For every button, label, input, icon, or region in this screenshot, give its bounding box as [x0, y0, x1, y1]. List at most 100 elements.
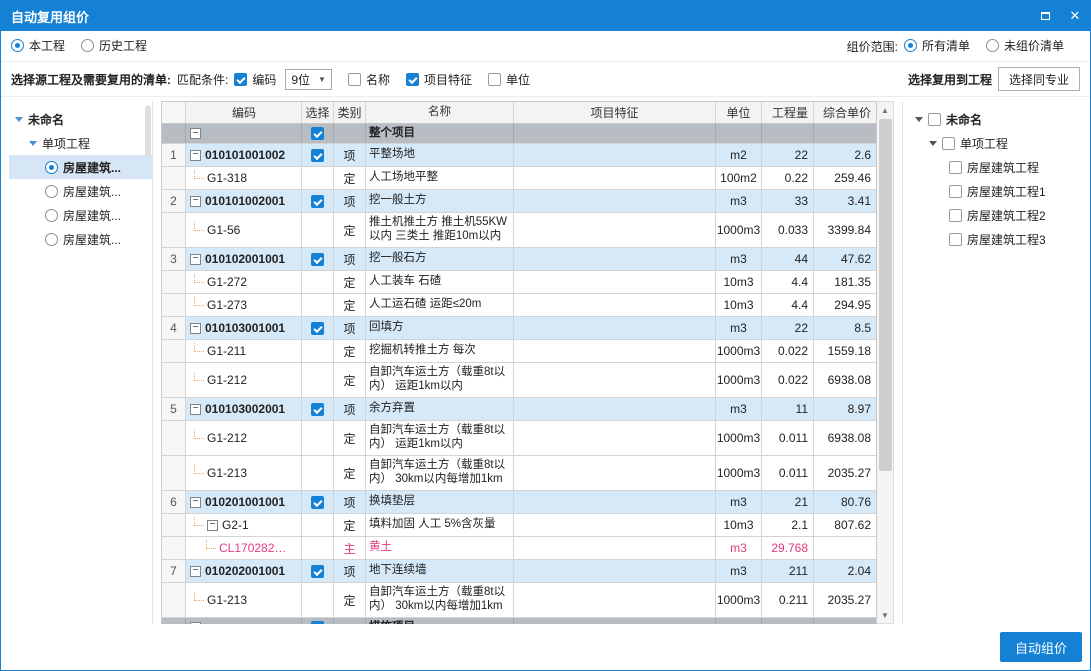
row-checkbox[interactable]: [311, 322, 324, 335]
restore-button[interactable]: [1030, 1, 1060, 31]
select-cell[interactable]: [302, 167, 334, 189]
table-row[interactable]: G1-273定人工运石碴 运距≤20m10m34.4294.95: [162, 294, 876, 317]
select-cell[interactable]: [302, 340, 334, 362]
select-cell[interactable]: [302, 144, 334, 166]
group-checkbox[interactable]: [942, 137, 955, 150]
column-header[interactable]: 编码: [186, 102, 302, 123]
column-header[interactable]: 综合单价: [814, 102, 876, 123]
table-row[interactable]: 4−010103001001项回填方m3228.5: [162, 317, 876, 340]
target-project-checkbox[interactable]: [949, 185, 962, 198]
column-header[interactable]: 类别: [334, 102, 366, 123]
table-row[interactable]: G1-212定自卸汽车运土方（载重8t以内） 运距1km以内1000m30.02…: [162, 363, 876, 398]
scope-option[interactable]: 所有清单: [904, 37, 970, 54]
table-row[interactable]: 3−010102001001项挖一般石方m34447.62: [162, 248, 876, 271]
select-cell[interactable]: [302, 363, 334, 397]
table-vertical-scrollbar[interactable]: ▲ ▼: [877, 101, 894, 624]
table-row[interactable]: −G2-1定填料加固 人工 5%含灰量10m32.1807.62: [162, 514, 876, 537]
source-option[interactable]: 本工程: [11, 37, 65, 54]
expand-toggle[interactable]: −: [190, 404, 201, 415]
auto-price-button[interactable]: 自动组价: [1000, 632, 1082, 662]
table-row[interactable]: G1-272定人工装车 石碴10m34.4181.35: [162, 271, 876, 294]
expand-toggle[interactable]: −: [190, 323, 201, 334]
select-cell[interactable]: [302, 456, 334, 490]
target-project-item[interactable]: 房屋建筑工程1: [909, 179, 1082, 203]
table-row[interactable]: G1-56定推土机推土方 推土机55KW以内 三类土 推距10m以内1000m3…: [162, 213, 876, 248]
expand-toggle[interactable]: −: [190, 150, 201, 161]
row-checkbox[interactable]: [311, 496, 324, 509]
column-header[interactable]: 项目特征: [514, 102, 716, 123]
row-checkbox[interactable]: [311, 127, 324, 140]
target-project-checkbox[interactable]: [949, 161, 962, 174]
expand-toggle[interactable]: −: [207, 520, 218, 531]
row-checkbox[interactable]: [311, 149, 324, 162]
select-cell[interactable]: [302, 491, 334, 513]
left-panel-scrollbar[interactable]: [145, 105, 151, 157]
same-specialty-button[interactable]: 选择同专业: [998, 67, 1080, 91]
target-project-item[interactable]: 房屋建筑工程: [909, 155, 1082, 179]
select-cell[interactable]: [302, 514, 334, 536]
table-row[interactable]: G1-318定人工场地平整100m20.22259.46: [162, 167, 876, 190]
scrollbar-thumb[interactable]: [879, 119, 892, 471]
source-project-item[interactable]: 房屋建筑...: [9, 179, 152, 203]
select-cell[interactable]: [302, 583, 334, 617]
row-checkbox[interactable]: [311, 195, 324, 208]
scroll-down-icon[interactable]: ▼: [877, 607, 893, 623]
table-row[interactable]: 6−010201001001项换填垫层m32180.76: [162, 491, 876, 514]
select-cell[interactable]: [302, 421, 334, 455]
select-cell[interactable]: [302, 317, 334, 339]
target-project-item[interactable]: 房屋建筑工程3: [909, 227, 1082, 251]
table-row[interactable]: −整个项目: [162, 124, 876, 144]
column-header[interactable]: 工程量: [762, 102, 814, 123]
condition-checkbox[interactable]: [348, 73, 361, 86]
code-digits-select[interactable]: 9位▼: [285, 69, 332, 90]
table-row[interactable]: G1-212定自卸汽车运土方（载重8t以内） 运距1km以内1000m30.01…: [162, 421, 876, 456]
expand-toggle[interactable]: −: [190, 254, 201, 265]
table-row[interactable]: 7−010202001001项地下连续墙m32112.04: [162, 560, 876, 583]
row-checkbox[interactable]: [311, 403, 324, 416]
select-cell[interactable]: [302, 560, 334, 582]
source-option[interactable]: 历史工程: [81, 37, 147, 54]
condition-checkbox[interactable]: [406, 73, 419, 86]
expand-toggle[interactable]: −: [190, 196, 201, 207]
table-row[interactable]: G1-213定自卸汽车运土方（载重8t以内） 30km以内每增加1km1000m…: [162, 456, 876, 491]
right-tree-group[interactable]: 单项工程: [909, 131, 1082, 155]
expand-toggle[interactable]: −: [190, 566, 201, 577]
table-row[interactable]: 1−010101001002项平整场地m2222.6: [162, 144, 876, 167]
root-checkbox[interactable]: [928, 113, 941, 126]
table-row[interactable]: G1-213定自卸汽车运土方（载重8t以内） 30km以内每增加1km1000m…: [162, 583, 876, 618]
target-project-checkbox[interactable]: [949, 209, 962, 222]
scroll-up-icon[interactable]: ▲: [877, 102, 893, 118]
left-tree-root[interactable]: 未命名: [9, 107, 152, 131]
condition-checkbox[interactable]: [488, 73, 501, 86]
source-project-item[interactable]: 房屋建筑...: [9, 155, 152, 179]
row-checkbox[interactable]: [311, 253, 324, 266]
table-row[interactable]: G1-211定挖掘机转推土方 每次1000m30.0221559.18: [162, 340, 876, 363]
source-project-item[interactable]: 房屋建筑...: [9, 227, 152, 251]
target-project-checkbox[interactable]: [949, 233, 962, 246]
select-cell[interactable]: [302, 248, 334, 270]
source-project-item[interactable]: 房屋建筑...: [9, 203, 152, 227]
expand-toggle[interactable]: −: [190, 128, 201, 139]
condition-checkbox[interactable]: [234, 73, 247, 86]
column-header[interactable]: 单位: [716, 102, 762, 123]
column-header[interactable]: 名称: [366, 102, 514, 123]
column-header[interactable]: 选择: [302, 102, 334, 123]
row-checkbox[interactable]: [311, 565, 324, 578]
table-row[interactable]: 2−010101002001项挖一般土方m3333.41: [162, 190, 876, 213]
table-row[interactable]: 5−010103002001项余方弃置m3118.97: [162, 398, 876, 421]
close-button[interactable]: ✕: [1060, 1, 1090, 31]
select-cell[interactable]: [302, 537, 334, 559]
select-cell[interactable]: [302, 294, 334, 316]
select-cell[interactable]: [302, 190, 334, 212]
select-cell[interactable]: [302, 398, 334, 420]
target-project-item[interactable]: 房屋建筑工程2: [909, 203, 1082, 227]
select-cell[interactable]: [302, 213, 334, 247]
table-row[interactable]: CL170282…主黄土m329.768: [162, 537, 876, 560]
right-tree-root[interactable]: 未命名: [909, 107, 1082, 131]
expand-toggle[interactable]: −: [190, 497, 201, 508]
left-tree-group[interactable]: 单项工程: [9, 131, 152, 155]
select-cell[interactable]: [302, 124, 334, 143]
select-cell[interactable]: [302, 271, 334, 293]
row-checkbox[interactable]: [311, 621, 324, 624]
scope-option[interactable]: 未组价清单: [986, 37, 1064, 54]
